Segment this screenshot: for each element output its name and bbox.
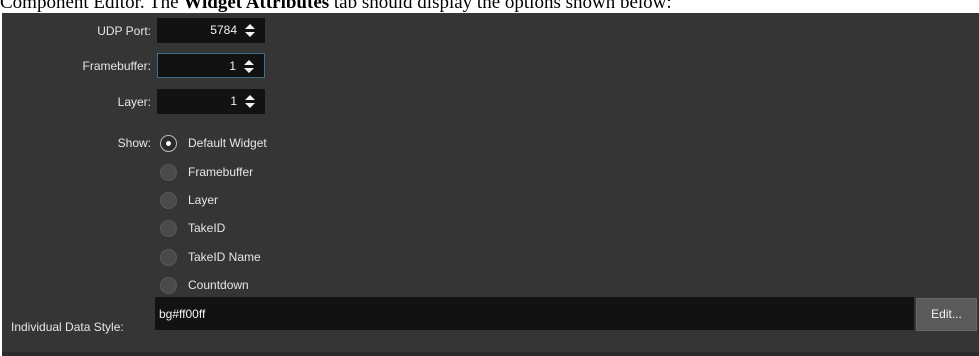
- radio-label: Countdown: [188, 278, 249, 292]
- radio-label: Framebuffer: [188, 165, 254, 179]
- widget-attributes-panel: UDP Port: 5784 Framebuffer: 1 Layer: 1 S…: [2, 13, 979, 356]
- udp-port-value: 5784: [210, 23, 237, 37]
- bottom-divider: [2, 352, 979, 356]
- radio-button[interactable]: [160, 220, 177, 237]
- radio-label: TakeID Name: [188, 250, 261, 264]
- radio-button[interactable]: [160, 277, 177, 294]
- layer-label: Layer:: [117, 95, 151, 109]
- radio-label: TakeID: [188, 221, 226, 235]
- caption-suffix: tab should display the options shown bel…: [329, 0, 672, 13]
- framebuffer-label: Framebuffer:: [82, 59, 151, 73]
- spin-arrows-icon[interactable]: [244, 59, 254, 74]
- radio-button[interactable]: [160, 249, 177, 266]
- layer-value: 1: [230, 94, 237, 108]
- show-label: Show:: [117, 136, 151, 150]
- udp-port-spinbox[interactable]: 5784: [157, 18, 265, 43]
- spin-arrows-icon[interactable]: [245, 94, 255, 109]
- radio-button[interactable]: [160, 164, 177, 181]
- spin-arrows-icon[interactable]: [245, 23, 255, 38]
- framebuffer-spinbox[interactable]: 1: [157, 53, 265, 78]
- caption-bold: Widget Attributes: [183, 0, 330, 13]
- edit-button[interactable]: Edit...: [916, 298, 977, 331]
- caption-text: Component Editor. The Widget Attributes …: [0, 0, 979, 14]
- udp-port-label: UDP Port:: [97, 24, 151, 38]
- caption-prefix: Component Editor. The: [0, 0, 184, 13]
- radio-label: Layer: [188, 193, 219, 207]
- framebuffer-value: 1: [229, 59, 236, 73]
- individual-data-style-label: Individual Data Style:: [11, 320, 124, 334]
- radio-label: Default Widget: [188, 136, 267, 150]
- individual-data-style-field[interactable]: bg#ff00ff: [155, 297, 914, 330]
- radio-button-checked[interactable]: [160, 135, 177, 152]
- individual-data-style-value: bg#ff00ff: [159, 307, 206, 321]
- radio-button[interactable]: [160, 192, 177, 209]
- layer-spinbox[interactable]: 1: [157, 89, 265, 114]
